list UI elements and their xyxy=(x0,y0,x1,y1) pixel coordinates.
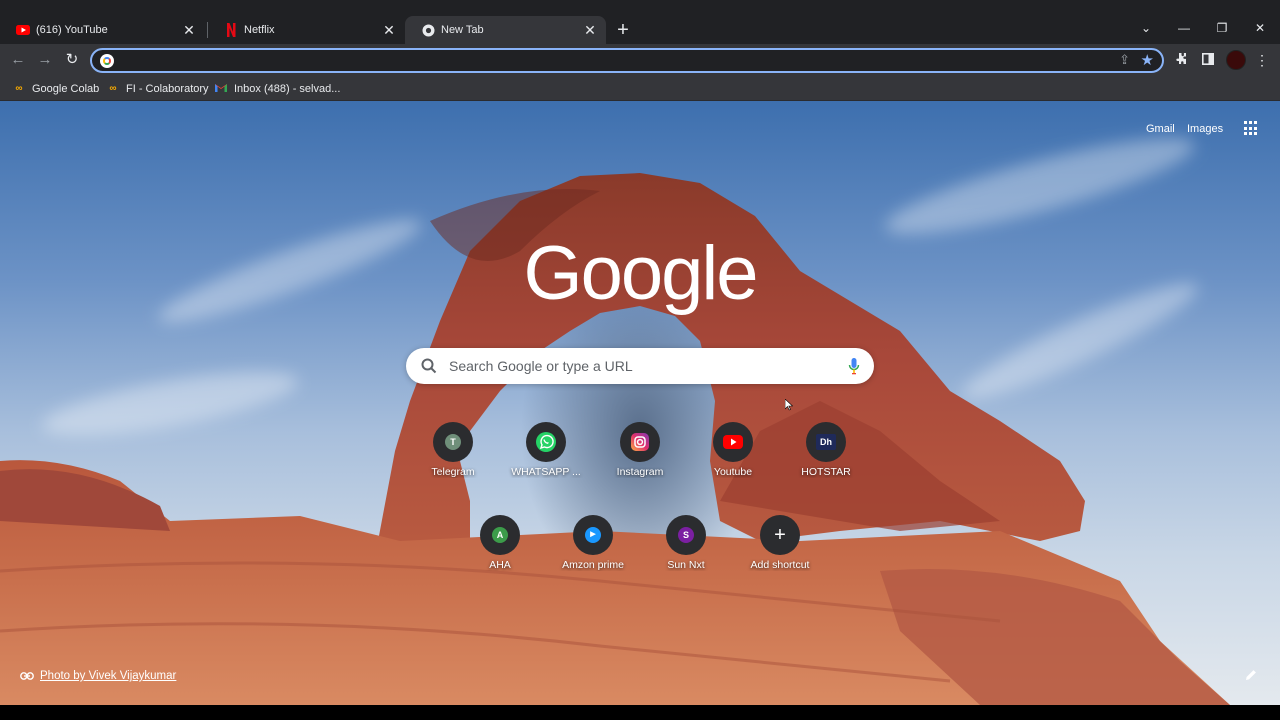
tab-title: New Tab xyxy=(441,24,484,36)
bookmark-fi-colaboratory[interactable]: ∞ FI - Colaboratory xyxy=(106,80,209,98)
aha-icon: A xyxy=(492,527,508,543)
new-tab-page: Gmail Images Google T Telegram WHATSAPP … xyxy=(0,101,1280,705)
telegram-icon: T xyxy=(445,434,461,450)
chrome-icon xyxy=(421,23,435,37)
gmail-icon xyxy=(214,83,228,95)
search-input[interactable] xyxy=(449,348,829,384)
shortcut-youtube[interactable]: Youtube xyxy=(691,411,775,483)
customize-pencil-icon[interactable] xyxy=(1245,669,1257,684)
bookmark-label: Google Colab xyxy=(32,83,100,95)
shortcut-whatsapp[interactable]: WHATSAPP ... xyxy=(504,411,588,483)
new-tab-button[interactable]: + xyxy=(612,19,634,41)
shortcut-label: AHA xyxy=(489,559,511,571)
whatsapp-icon xyxy=(536,432,556,452)
bookmark-label: FI - Colaboratory xyxy=(126,83,209,95)
minimize-button[interactable]: — xyxy=(1169,14,1199,42)
forward-button[interactable]: → xyxy=(34,49,56,71)
shortcut-aha[interactable]: A AHA xyxy=(458,504,542,576)
extensions-icon[interactable] xyxy=(1170,49,1192,71)
netflix-icon xyxy=(224,23,238,37)
restore-button[interactable]: ❐ xyxy=(1207,14,1237,42)
plus-icon: + xyxy=(774,524,786,546)
tab-title: Netflix xyxy=(244,24,275,36)
gmail-link[interactable]: Gmail xyxy=(1146,123,1175,135)
shortcut-icon xyxy=(620,422,660,462)
shortcut-label: Sun Nxt xyxy=(667,559,705,571)
background-photo xyxy=(0,173,1230,705)
bookmarks-bar: ∞ Google Colab ∞ FI - Colaboratory Inbox… xyxy=(0,76,1280,101)
shortcut-icon: T xyxy=(433,422,473,462)
hotstar-icon: Dh xyxy=(816,434,836,450)
youtube-icon xyxy=(16,23,30,37)
share-icon[interactable]: ⇪ xyxy=(1119,52,1130,68)
youtube-icon xyxy=(723,435,743,449)
google-icon xyxy=(100,54,114,68)
bookmark-label: Inbox (488) - selvad... xyxy=(234,83,341,95)
bookmark-star-icon[interactable]: ★ xyxy=(1141,51,1154,69)
shortcut-icon xyxy=(526,422,566,462)
google-logo: Google xyxy=(523,231,758,316)
shortcut-sun-nxt[interactable]: S Sun Nxt xyxy=(644,504,728,576)
mouse-cursor xyxy=(784,398,794,416)
tab-netflix[interactable]: Netflix ✕ xyxy=(208,16,405,44)
side-panel-icon[interactable] xyxy=(1197,49,1219,71)
reload-button[interactable]: ↻ xyxy=(61,49,83,71)
shortcut-label: WHATSAPP ... xyxy=(511,466,581,478)
browser-window: (616) YouTube ✕ Netflix ✕ New Tab ✕ + ⌄ … xyxy=(0,0,1280,720)
shortcut-icon: Dh xyxy=(806,422,846,462)
tab-strip: (616) YouTube ✕ Netflix ✕ New Tab ✕ + ⌄ … xyxy=(0,0,1280,44)
shortcut-instagram[interactable]: Instagram xyxy=(598,411,682,483)
photo-credit-link[interactable]: Photo by Vivek Vijaykumar xyxy=(40,670,176,682)
tab-new-tab[interactable]: New Tab ✕ xyxy=(405,16,606,44)
shortcut-label: Add shortcut xyxy=(750,559,810,571)
shortcut-telegram[interactable]: T Telegram xyxy=(411,411,495,483)
shortcut-icon: S xyxy=(666,515,706,555)
close-window-button[interactable]: ✕ xyxy=(1245,14,1275,42)
shortcut-icon: ▶ xyxy=(573,515,613,555)
shortcut-label: Youtube xyxy=(713,466,753,478)
colab-icon: ∞ xyxy=(109,83,117,94)
sun-nxt-icon: S xyxy=(678,527,694,543)
bookmark-google-colab[interactable]: ∞ Google Colab xyxy=(12,80,99,98)
address-bar[interactable]: ⇪ ★ xyxy=(90,48,1164,73)
search-box[interactable] xyxy=(406,348,874,384)
toolbar: ← → ↻ ⇪ ★ ⋮ xyxy=(0,44,1280,76)
photo-credit: Photo by Vivek Vijaykumar xyxy=(20,669,176,683)
images-link[interactable]: Images xyxy=(1187,123,1223,135)
shortcut-icon: + xyxy=(760,515,800,555)
shortcut-hotstar[interactable]: Dh HOTSTAR xyxy=(784,411,868,483)
back-button[interactable]: ← xyxy=(7,49,29,71)
tab-search-icon[interactable]: ⌄ xyxy=(1131,14,1161,42)
shortcut-label: HOTSTAR xyxy=(801,466,851,478)
microphone-icon[interactable] xyxy=(848,357,860,375)
avatar[interactable] xyxy=(1226,50,1246,70)
shortcut-amazon-prime[interactable]: ▶ Amzon prime xyxy=(551,504,635,576)
shortcut-label: Telegram xyxy=(431,466,475,478)
close-tab-icon[interactable]: ✕ xyxy=(582,22,598,38)
tab-title: (616) YouTube xyxy=(36,24,108,36)
close-tab-icon[interactable]: ✕ xyxy=(381,22,397,38)
search-icon xyxy=(421,358,437,374)
bookmark-inbox[interactable]: Inbox (488) - selvad... xyxy=(214,80,340,98)
shortcut-icon: A xyxy=(480,515,520,555)
instagram-icon xyxy=(631,433,649,451)
add-shortcut-button[interactable]: + Add shortcut xyxy=(738,504,822,576)
google-apps-icon[interactable] xyxy=(1244,121,1259,136)
bottom-edge xyxy=(0,705,1280,720)
prime-video-icon: ▶ xyxy=(585,527,601,543)
colab-icon: ∞ xyxy=(15,83,23,94)
shortcut-label: Instagram xyxy=(616,466,664,478)
link-icon xyxy=(20,669,34,683)
shortcut-label: Amzon prime xyxy=(562,559,624,571)
menu-icon[interactable]: ⋮ xyxy=(1251,49,1273,71)
shortcut-icon xyxy=(713,422,753,462)
tab-youtube[interactable]: (616) YouTube ✕ xyxy=(0,16,205,44)
close-tab-icon[interactable]: ✕ xyxy=(181,22,197,38)
